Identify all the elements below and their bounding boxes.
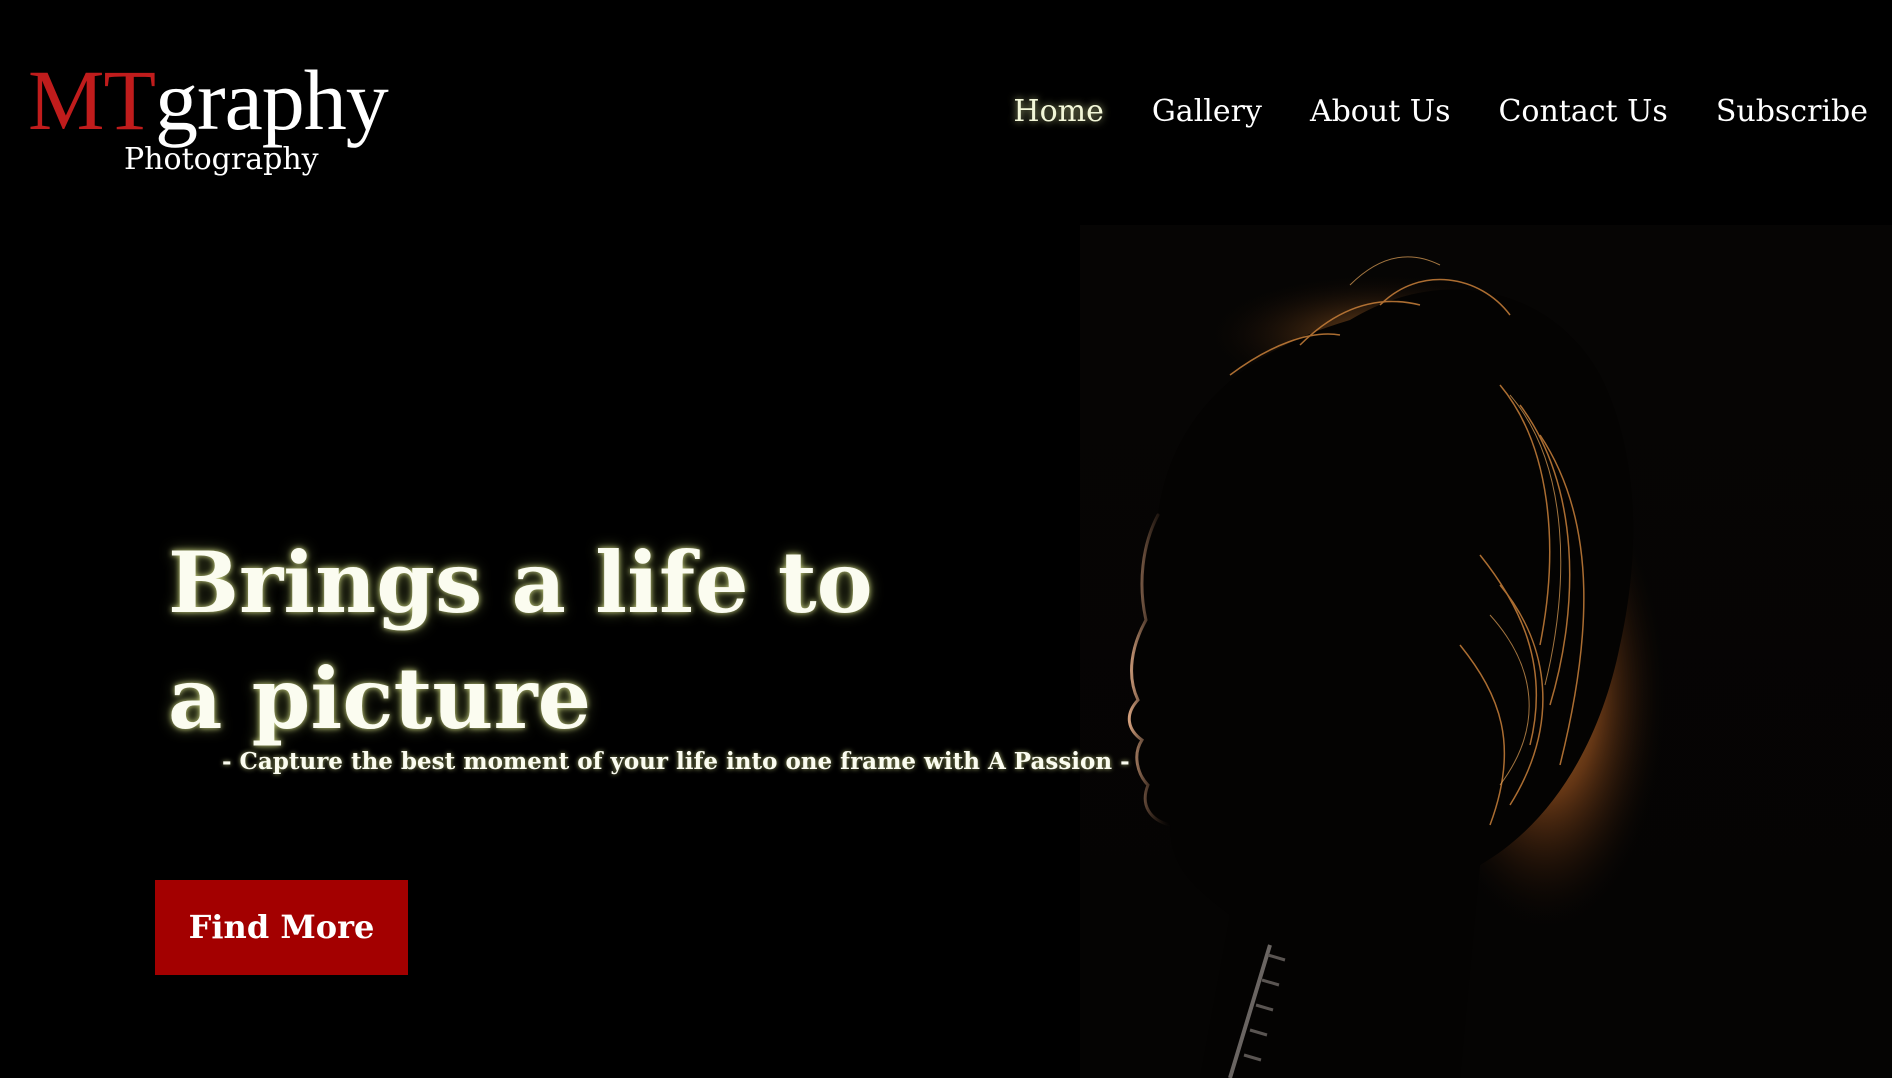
nav-home[interactable]: Home [1013,88,1103,136]
nav-subscribe[interactable]: Subscribe [1716,88,1868,136]
site-logo[interactable]: MTgraphy Photography [28,52,408,182]
nav-about-us[interactable]: About Us [1310,88,1451,136]
main-nav: Home Gallery About Us Contact Us Subscri… [1013,88,1868,136]
nav-gallery[interactable]: Gallery [1152,88,1262,136]
hero-headline: Brings a life to a picture [168,533,873,748]
hero-subtitle: - Capture the best moment of your life i… [222,748,1130,775]
find-more-button[interactable]: Find More [155,880,408,975]
logo-graphy: graphy [155,52,389,148]
logo-subtitle: Photography [124,142,319,177]
hero-silhouette-image [1080,225,1892,1078]
page: MTgraphy Photography Home Gallery About … [0,0,1892,1078]
logo-mt: MT [28,52,156,148]
nav-contact-us[interactable]: Contact Us [1498,88,1667,136]
logo-wordmark: MTgraphy [28,52,389,148]
